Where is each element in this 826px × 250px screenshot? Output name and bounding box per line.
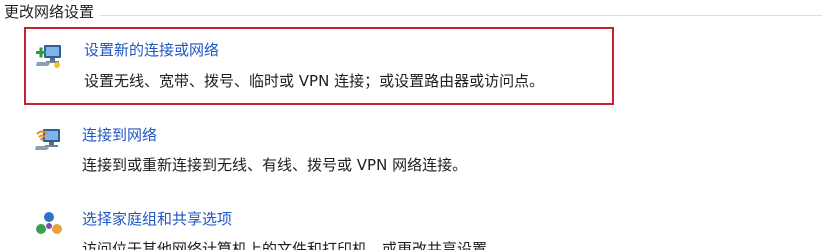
task-connect-to-network[interactable]: 连接到网络 连接到或重新连接到无线、有线、拨号或 VPN 网络连接。 [24,118,614,186]
homegroup-sharing-link[interactable]: 选择家庭组和共享选项 [82,209,232,229]
new-connection-icon [36,45,61,68]
section-divider [4,15,822,16]
network-settings-panel: 更改网络设置 设置新的连接或网络 设置无线、宽带、拨号、临时或 VPN 连接；或… [0,0,826,250]
homegroup-sharing-description: 访问位于其他网络计算机上的文件和打印机，或更改共享设置。 [82,240,503,250]
section-title: 更改网络设置 [4,2,101,22]
section-header: 更改网络设置 [4,2,822,24]
task-homegroup-sharing[interactable]: 选择家庭组和共享选项 访问位于其他网络计算机上的文件和打印机，或更改共享设置。 [24,202,614,250]
connect-to-network-description: 连接到或重新连接到无线、有线、拨号或 VPN 网络连接。 [82,156,468,174]
connect-network-icon [35,129,60,150]
connect-to-network-link[interactable]: 连接到网络 [82,125,157,145]
homegroup-icon [36,212,62,234]
setup-new-connection-link[interactable]: 设置新的连接或网络 [84,40,219,60]
task-setup-new-connection[interactable]: 设置新的连接或网络 设置无线、宽带、拨号、临时或 VPN 连接；或设置路由器或访… [24,27,614,105]
setup-new-connection-description: 设置无线、宽带、拨号、临时或 VPN 连接；或设置路由器或访问点。 [84,72,545,90]
